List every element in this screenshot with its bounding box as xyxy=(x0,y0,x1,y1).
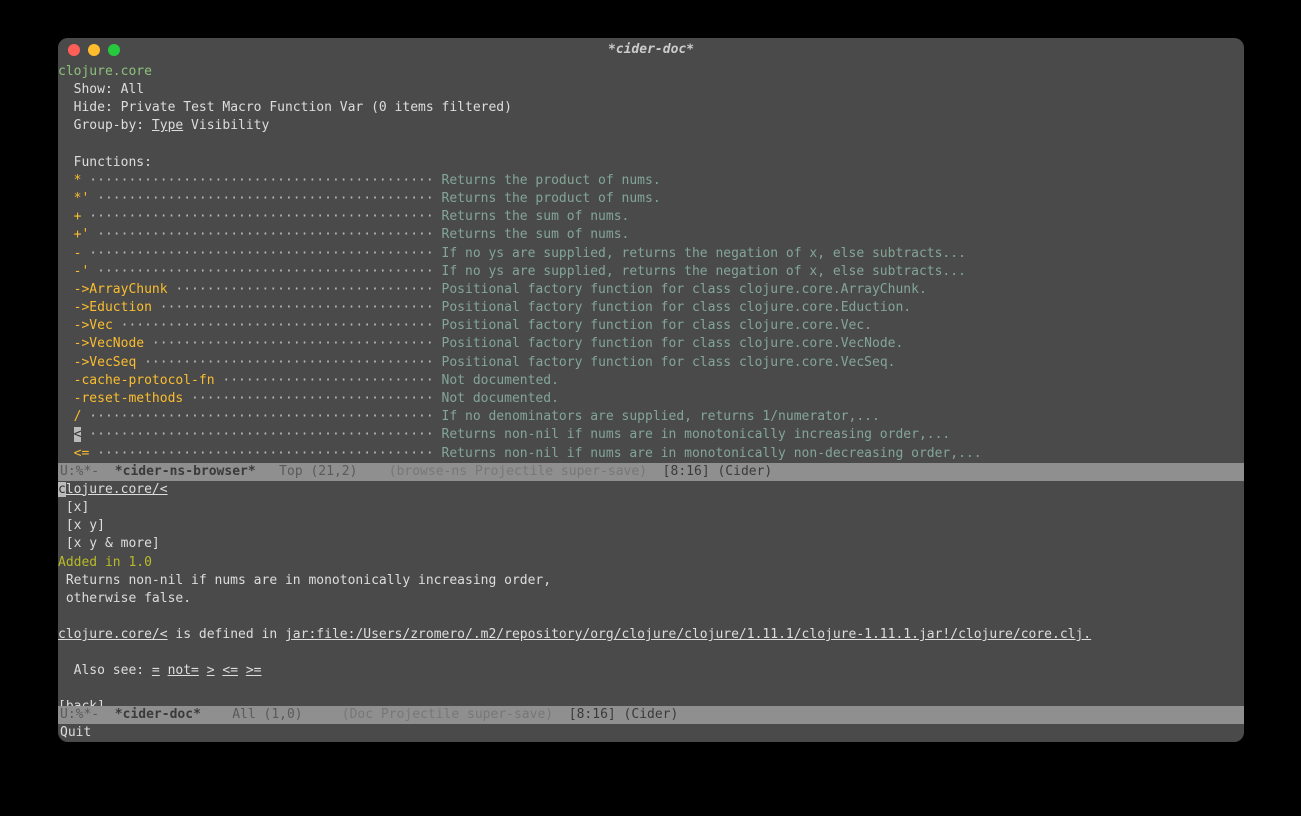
fn-name[interactable]: -cache-protocol-fn xyxy=(74,373,215,388)
docstring: otherwise false. xyxy=(58,591,191,606)
see-also-link[interactable]: not= xyxy=(168,663,199,678)
cider-doc-pane[interactable]: clojure.core/< [x] [x y] [x y & more] Add… xyxy=(58,481,1244,706)
modeline-tail: [8:16] (Cider) xyxy=(553,707,678,722)
also-see-label: Also see: xyxy=(58,663,152,678)
namespace[interactable]: clojure.core xyxy=(58,64,152,79)
titlebar: *cider-doc* xyxy=(58,38,1244,63)
fn-row[interactable]: -reset-methods ·························… xyxy=(58,390,1244,408)
modeline-tail: [8:16] (Cider) xyxy=(647,464,772,479)
hide-value[interactable]: Private Test Macro Function Var (0 items… xyxy=(121,100,512,115)
fn-doc: If no ys are supplied, returns the negat… xyxy=(442,264,966,279)
fn-row[interactable]: <= ·····································… xyxy=(58,445,1244,463)
modeline-bottom: U:%*- *cider-doc* All (1,0) (Doc Project… xyxy=(58,706,1244,724)
fn-row[interactable]: - ······································… xyxy=(58,245,1244,263)
modeline-buffer: *cider-ns-browser* xyxy=(115,464,256,479)
echo-area: Quit xyxy=(58,724,1244,742)
minimize-icon[interactable] xyxy=(88,44,100,56)
fn-row[interactable]: ->VecSeq ·······························… xyxy=(58,354,1244,372)
modeline-prefix: U:%*- xyxy=(60,707,115,722)
defined-symbol[interactable]: clojure.core/< xyxy=(58,627,168,642)
window-controls xyxy=(68,44,120,56)
fn-name[interactable]: ->Vec xyxy=(74,318,113,333)
fn-name[interactable]: <= xyxy=(74,446,90,461)
fn-name[interactable]: ->ArrayChunk xyxy=(74,282,168,297)
functions-heading: Functions: xyxy=(58,155,152,170)
see-also-link[interactable]: = xyxy=(152,663,160,678)
fn-row[interactable]: / ······································… xyxy=(58,408,1244,426)
fn-row[interactable]: ->Vec ··································… xyxy=(58,317,1244,335)
arity: [x y] xyxy=(58,518,105,533)
fn-name[interactable]: -reset-methods xyxy=(74,391,184,406)
show-value[interactable]: All xyxy=(121,82,144,97)
fn-doc: If no ys are supplied, returns the negat… xyxy=(442,246,966,261)
arity: [x] xyxy=(58,500,89,515)
maximize-icon[interactable] xyxy=(108,44,120,56)
fn-doc: Returns the sum of nums. xyxy=(442,209,630,224)
fn-row[interactable]: -' ·····································… xyxy=(58,263,1244,281)
fn-name[interactable]: *' xyxy=(74,191,90,206)
fn-doc: If no denominators are supplied, returns… xyxy=(442,409,880,424)
fn-doc: Returns the product of nums. xyxy=(442,191,661,206)
fn-doc: Positional factory function for class cl… xyxy=(442,355,896,370)
fn-row[interactable]: -cache-protocol-fn ·····················… xyxy=(58,372,1244,390)
modeline-top: U:%*- *cider-ns-browser* Top (21,2) (bro… xyxy=(58,463,1244,481)
cursor: c xyxy=(58,482,66,497)
fn-row[interactable]: ->ArrayChunk ···························… xyxy=(58,281,1244,299)
fn-name[interactable]: ->VecSeq xyxy=(74,355,137,370)
emacs-window: *cider-doc* clojure.core Show: All Hide:… xyxy=(58,38,1244,742)
ns-browser-pane[interactable]: clojure.core Show: All Hide: Private Tes… xyxy=(58,63,1244,463)
fn-doc: Returns non-nil if nums are in monotonic… xyxy=(442,446,982,461)
arity: [x y & more] xyxy=(58,536,160,551)
fn-row[interactable]: ->Eduction ·····························… xyxy=(58,299,1244,317)
docstring: Returns non-nil if nums are in monotonic… xyxy=(58,573,551,588)
fn-doc: Positional factory function for class cl… xyxy=(442,318,872,333)
see-also-link[interactable]: >= xyxy=(246,663,262,678)
doc-symbol[interactable]: lojure.core/< xyxy=(66,482,168,497)
group-by-type[interactable]: Type xyxy=(152,118,183,133)
modeline-modes: (Doc Projectile super-save) xyxy=(342,707,553,722)
fn-row[interactable]: ->VecNode ······························… xyxy=(58,335,1244,353)
modeline-buffer: *cider-doc* xyxy=(115,707,201,722)
fn-row[interactable]: *' ·····································… xyxy=(58,190,1244,208)
fn-row[interactable]: + ······································… xyxy=(58,208,1244,226)
fn-row[interactable]: +' ·····································… xyxy=(58,226,1244,244)
fn-doc: Positional factory function for class cl… xyxy=(442,300,912,315)
close-icon[interactable] xyxy=(68,44,80,56)
fn-name[interactable]: ->VecNode xyxy=(74,336,144,351)
see-also-link[interactable]: <= xyxy=(222,663,238,678)
fn-row[interactable]: < ······································… xyxy=(58,426,1244,444)
fn-row[interactable]: * ······································… xyxy=(58,172,1244,190)
modeline-modes: (browse-ns Projectile super-save) xyxy=(389,464,647,479)
fn-doc: Not documented. xyxy=(442,373,559,388)
modeline-pos: All (1,0) xyxy=(201,707,342,722)
added-in: Added in 1.0 xyxy=(58,555,152,570)
fn-doc: Not documented. xyxy=(442,391,559,406)
fn-name[interactable]: ->Eduction xyxy=(74,300,152,315)
modeline-pos: Top (21,2) xyxy=(256,464,389,479)
window-title: *cider-doc* xyxy=(58,41,1244,59)
fn-doc: Returns the product of nums. xyxy=(442,173,661,188)
fn-doc: Positional factory function for class cl… xyxy=(442,282,927,297)
modeline-prefix: U:%*- xyxy=(60,464,115,479)
source-link[interactable]: jar:file:/Users/zromero/.m2/repository/o… xyxy=(285,627,1091,642)
group-by-visibility[interactable]: Visibility xyxy=(183,118,269,133)
see-also-link[interactable]: > xyxy=(207,663,215,678)
fn-name[interactable]: -' xyxy=(74,264,90,279)
fn-name[interactable]: +' xyxy=(74,227,90,242)
fn-doc: Returns non-nil if nums are in monotonic… xyxy=(442,427,951,442)
fn-doc: Returns the sum of nums. xyxy=(442,227,630,242)
fn-doc: Positional factory function for class cl… xyxy=(442,336,904,351)
